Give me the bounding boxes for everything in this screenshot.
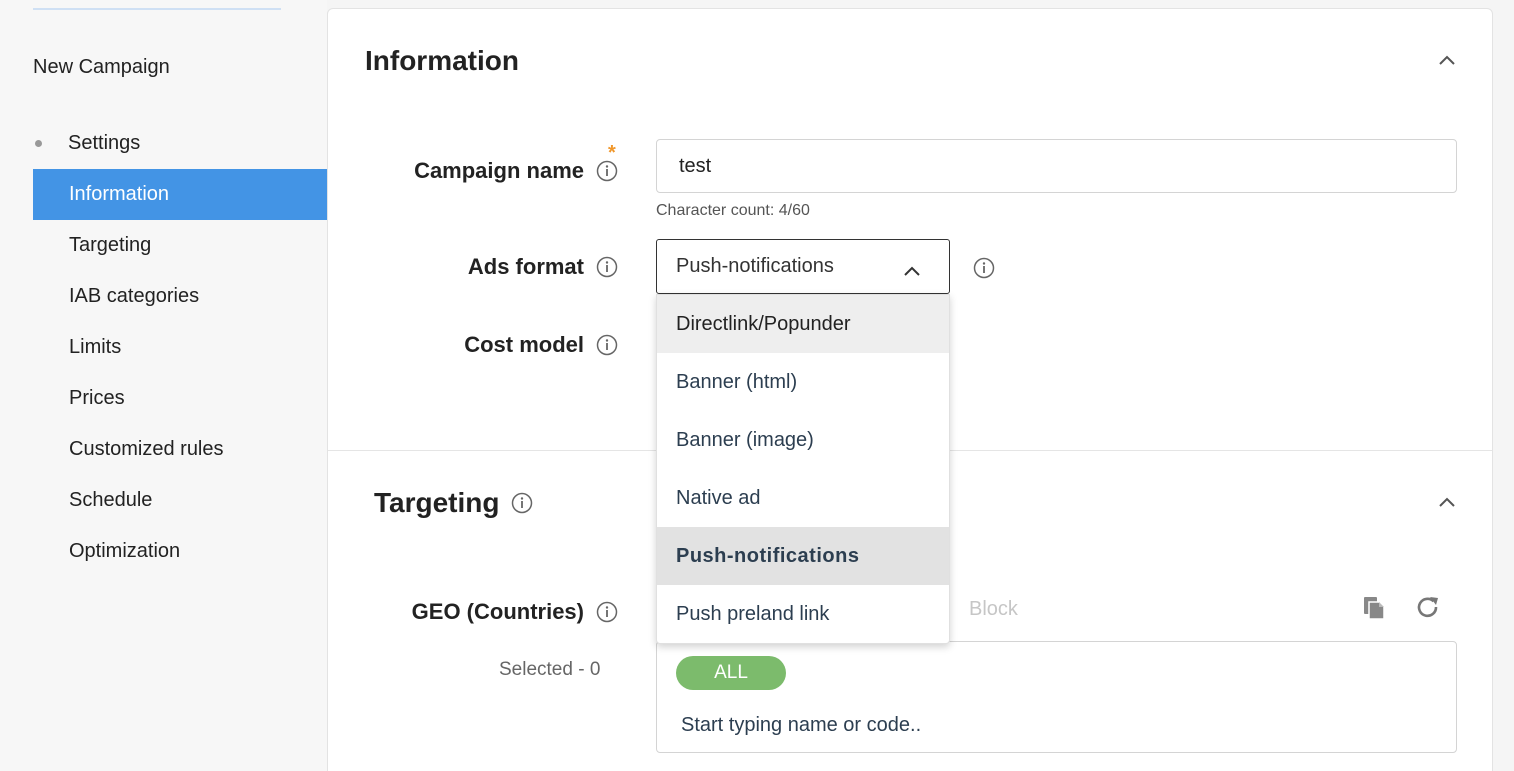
sidebar-title: New Campaign: [33, 56, 170, 78]
option-banner-image[interactable]: Banner (image): [657, 411, 949, 469]
campaign-name-input[interactable]: test: [656, 139, 1457, 193]
targeting-info-icon[interactable]: [511, 492, 533, 514]
targeting-section-title-text: Targeting: [374, 487, 500, 518]
geo-block-toggle[interactable]: Block: [969, 598, 1018, 621]
campaign-name-label: Campaign name: [348, 155, 618, 187]
collapse-information-chevron-up-icon[interactable]: [1438, 53, 1455, 67]
sidebar-item-targeting[interactable]: Targeting: [33, 220, 327, 271]
sidebar-item-optimization[interactable]: Optimization: [33, 526, 327, 577]
required-star: *: [608, 142, 616, 164]
geo-info-icon[interactable]: [596, 601, 618, 623]
option-native-ad[interactable]: Native ad: [657, 469, 949, 527]
ads-format-selected-value: Push-notifications: [676, 255, 834, 277]
option-banner-html[interactable]: Banner (html): [657, 353, 949, 411]
sidebar-item-schedule[interactable]: Schedule: [33, 475, 327, 526]
settings-panel: Information Campaign name * test Charact…: [327, 8, 1493, 771]
ads-format-dropdown: Directlink/Popunder Banner (html) Banner…: [656, 294, 950, 644]
sidebar-item-customized-rules[interactable]: Customized rules: [33, 424, 327, 475]
ads-format-label: Ads format: [348, 251, 618, 283]
geo-countries-input[interactable]: ALL Start typing name or code..: [656, 641, 1457, 753]
information-section-title: Information: [365, 45, 519, 76]
geo-selected-count: Selected - 0: [499, 659, 601, 680]
ads-format-label-text: Ads format: [467, 254, 584, 279]
sidebar-item-iab-categories[interactable]: IAB categories: [33, 271, 327, 322]
sidebar-section-settings[interactable]: Settings: [33, 132, 140, 155]
geo-placeholder: Start typing name or code..: [681, 714, 922, 736]
collapse-targeting-chevron-up-icon[interactable]: [1438, 495, 1455, 509]
geo-countries-label: GEO (Countries): [348, 596, 618, 628]
sidebar-item-limits[interactable]: Limits: [33, 322, 327, 373]
geo-all-pill[interactable]: ALL: [676, 656, 786, 690]
sidebar-section-label: Settings: [68, 132, 141, 154]
bullet-icon: [35, 140, 42, 147]
option-push-notifications[interactable]: Push-notifications: [657, 527, 949, 585]
ads-format-extra-info-icon[interactable]: [973, 257, 995, 279]
sidebar-nav: Information Targeting IAB categories Lim…: [33, 169, 327, 577]
cost-model-label-text: Cost model: [464, 332, 584, 357]
sidebar-top-divider: [33, 8, 281, 10]
chevron-up-icon: [903, 260, 921, 283]
cost-model-info-icon[interactable]: [596, 334, 618, 356]
option-push-preland-link[interactable]: Push preland link: [657, 585, 949, 643]
sidebar-item-prices[interactable]: Prices: [33, 373, 327, 424]
targeting-section-title: Targeting: [374, 487, 533, 519]
option-directlink-popunder[interactable]: Directlink/Popunder: [657, 295, 949, 353]
sidebar: New Campaign Settings Information Target…: [0, 0, 327, 771]
campaign-name-label-text: Campaign name: [414, 158, 584, 183]
character-count-hint: Character count: 4/60: [656, 202, 810, 219]
ads-format-info-icon[interactable]: [596, 256, 618, 278]
copy-icon[interactable]: [1360, 594, 1388, 622]
sidebar-item-information[interactable]: Information: [33, 169, 327, 220]
cost-model-label: Cost model: [348, 329, 618, 361]
refresh-icon[interactable]: [1414, 594, 1442, 622]
geo-countries-label-text: GEO (Countries): [411, 599, 584, 624]
ads-format-select[interactable]: Push-notifications: [656, 239, 950, 294]
